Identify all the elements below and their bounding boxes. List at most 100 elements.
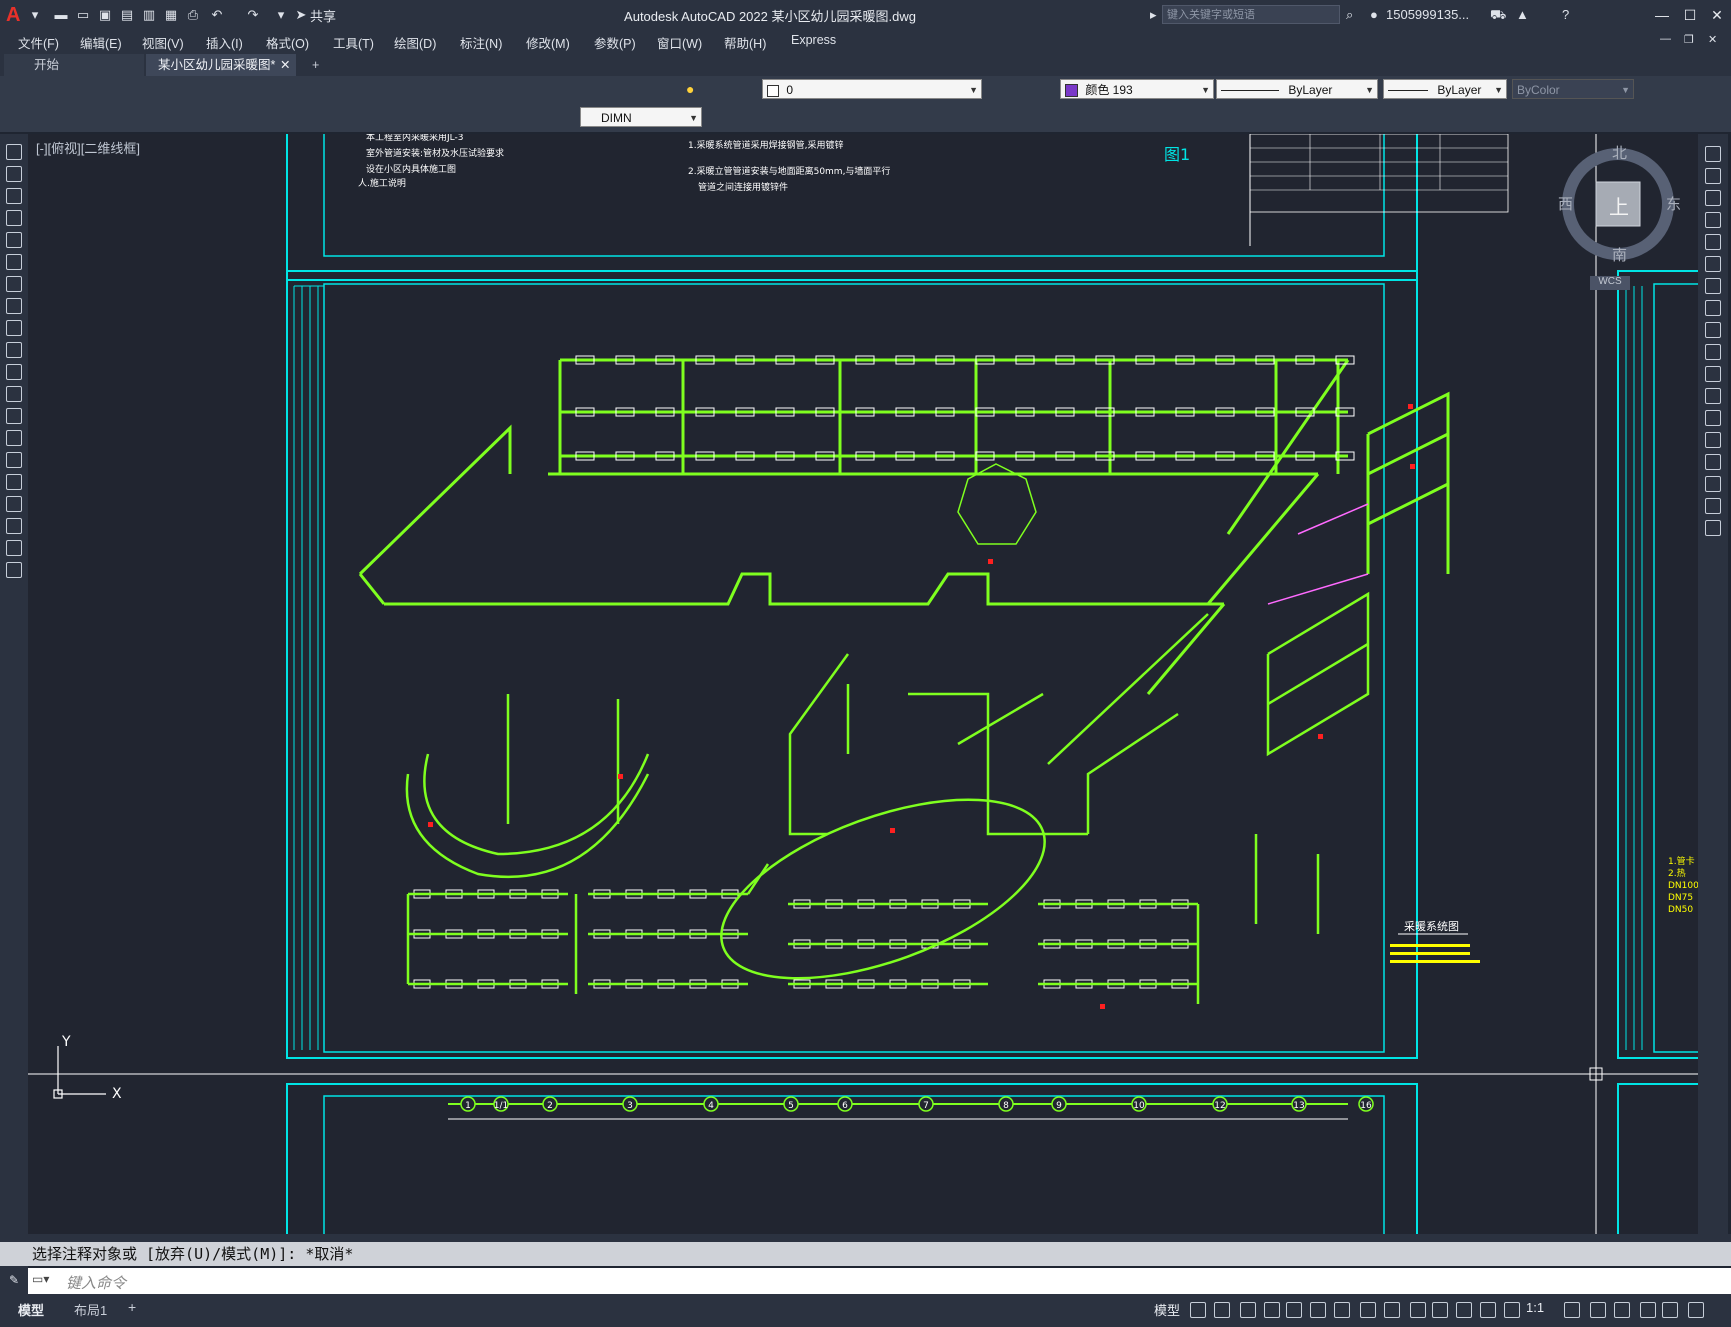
status-toggle-icon[interactable] xyxy=(1360,1302,1376,1318)
layer-select[interactable]: 0 ▼ xyxy=(762,79,982,99)
status-toggle-icon[interactable] xyxy=(1432,1302,1448,1318)
new-tab-button[interactable]: + xyxy=(312,54,319,76)
status-toggle-icon[interactable] xyxy=(1640,1302,1656,1318)
draw-tool-icon[interactable] xyxy=(6,276,22,292)
undo-icon[interactable]: ↶ xyxy=(208,6,226,24)
status-toggle-icon[interactable] xyxy=(1590,1302,1606,1318)
draw-tool-icon[interactable] xyxy=(6,496,22,512)
modify-tool-icon[interactable] xyxy=(1705,410,1721,426)
menu-express[interactable]: Express xyxy=(791,33,836,47)
close-icon[interactable]: ✕ xyxy=(1703,4,1731,26)
menu-dimension[interactable]: 标注(N) xyxy=(460,33,502,52)
search-expand-icon[interactable]: ▸ xyxy=(1150,6,1157,24)
user-account[interactable]: 1505999135... xyxy=(1386,6,1469,24)
menu-format[interactable]: 格式(O) xyxy=(266,33,309,52)
status-toggle-icon[interactable] xyxy=(1504,1302,1520,1318)
draw-tool-icon[interactable] xyxy=(6,562,22,578)
modify-tool-icon[interactable] xyxy=(1705,234,1721,250)
draw-tool-icon[interactable] xyxy=(6,364,22,380)
draw-tool-icon[interactable] xyxy=(6,540,22,556)
add-layout-button[interactable]: + xyxy=(128,1299,136,1315)
status-toggle-icon[interactable] xyxy=(1410,1302,1426,1318)
modify-tool-icon[interactable] xyxy=(1705,190,1721,206)
menu-view[interactable]: 视图(V) xyxy=(142,33,184,52)
draw-tool-icon[interactable] xyxy=(6,210,22,226)
menu-edit[interactable]: 编辑(E) xyxy=(80,33,122,52)
cart-icon[interactable]: ⛟ xyxy=(1490,6,1506,24)
modify-tool-icon[interactable] xyxy=(1705,344,1721,360)
layer-state-icon[interactable]: ● xyxy=(686,81,702,97)
status-toggle-icon[interactable] xyxy=(1564,1302,1580,1318)
modify-tool-icon[interactable] xyxy=(1705,212,1721,228)
draw-tool-icon[interactable] xyxy=(6,298,22,314)
plot-icon[interactable]: ⎙ xyxy=(184,6,202,24)
menu-insert[interactable]: 插入(I) xyxy=(206,33,243,52)
draw-tool-icon[interactable] xyxy=(6,188,22,204)
status-toggle-icon[interactable] xyxy=(1264,1302,1280,1318)
share-icon[interactable]: ➤ xyxy=(292,6,310,24)
draw-tool-icon[interactable] xyxy=(6,342,22,358)
drawing-canvas[interactable]: [-][俯视][二维线框] 本工程室内采暖采用JL-3 室外管道安装:管材及水压… xyxy=(28,134,1698,1234)
draw-tool-icon[interactable] xyxy=(6,452,22,468)
wcs-menu[interactable]: WCS xyxy=(1590,276,1630,290)
viewcube-west[interactable]: 西 xyxy=(1558,193,1573,214)
layout-tab[interactable]: 布局1 xyxy=(74,1300,107,1319)
status-toggle-icon[interactable] xyxy=(1614,1302,1630,1318)
minimize-icon[interactable]: — xyxy=(1648,4,1676,26)
status-toggle-icon[interactable] xyxy=(1480,1302,1496,1318)
status-toggle-icon[interactable] xyxy=(1310,1302,1326,1318)
menu-file[interactable]: 文件(F) xyxy=(18,33,59,52)
model-tab[interactable]: 模型 xyxy=(18,1300,44,1319)
draw-tool-icon[interactable] xyxy=(6,518,22,534)
menu-modify[interactable]: 修改(M) xyxy=(526,33,570,52)
command-customize-icon[interactable]: ✎ xyxy=(0,1266,28,1294)
user-icon[interactable]: ● xyxy=(1370,6,1378,24)
modify-tool-icon[interactable] xyxy=(1705,146,1721,162)
status-toggle-icon[interactable] xyxy=(1334,1302,1350,1318)
doc-restore-icon[interactable]: ❐ xyxy=(1684,33,1694,46)
status-toggle-icon[interactable] xyxy=(1688,1302,1704,1318)
draw-tool-icon[interactable] xyxy=(6,166,22,182)
viewcube-south[interactable]: 南 xyxy=(1612,244,1627,265)
autocad-logo-icon[interactable]: A xyxy=(6,4,28,26)
customize-quick-access-icon[interactable]: ▾ xyxy=(272,6,290,24)
viewcube-east[interactable]: 东 xyxy=(1666,193,1681,214)
status-toggle-icon[interactable] xyxy=(1240,1302,1256,1318)
draw-tool-icon[interactable] xyxy=(6,320,22,336)
share-button[interactable]: 共享 xyxy=(310,6,336,25)
modify-tool-icon[interactable] xyxy=(1705,256,1721,272)
draw-tool-icon[interactable] xyxy=(6,144,22,160)
model-space-toggle[interactable]: 模型 xyxy=(1154,1300,1180,1319)
modify-tool-icon[interactable] xyxy=(1705,498,1721,514)
viewcube[interactable]: 北 南 东 西 上 WCS xyxy=(1548,142,1698,292)
modify-tool-icon[interactable] xyxy=(1705,520,1721,536)
modify-tool-icon[interactable] xyxy=(1705,476,1721,492)
autodesk-app-icon[interactable]: ▲ xyxy=(1516,6,1529,24)
search-icon[interactable]: ⌕ xyxy=(1346,6,1353,24)
help-icon[interactable]: ? xyxy=(1562,6,1569,24)
save-as-icon[interactable]: ▤ xyxy=(118,6,136,24)
maximize-icon[interactable]: ☐ xyxy=(1676,4,1704,26)
close-tab-icon[interactable]: ✕ xyxy=(280,54,290,76)
modify-tool-icon[interactable] xyxy=(1705,300,1721,316)
menu-window[interactable]: 窗口(W) xyxy=(657,33,702,52)
annotation-scale[interactable]: 1:1 xyxy=(1526,1300,1544,1315)
draw-tool-icon[interactable] xyxy=(6,430,22,446)
draw-tool-icon[interactable] xyxy=(6,254,22,270)
doc-minimize-icon[interactable]: — xyxy=(1660,33,1671,45)
viewcube-top-face[interactable]: 上 xyxy=(1609,191,1629,220)
menu-draw[interactable]: 绘图(D) xyxy=(394,33,436,52)
search-input[interactable]: 键入关键字或短语 xyxy=(1162,5,1340,24)
menu-help[interactable]: 帮助(H) xyxy=(724,33,766,52)
modify-tool-icon[interactable] xyxy=(1705,168,1721,184)
save-icon[interactable]: ▣ xyxy=(96,6,114,24)
draw-tool-icon[interactable] xyxy=(6,386,22,402)
new-file-icon[interactable]: ▬ xyxy=(52,6,70,24)
modify-tool-icon[interactable] xyxy=(1705,366,1721,382)
dimstyle-select[interactable]: DIMN ▼ xyxy=(580,107,702,127)
modify-tool-icon[interactable] xyxy=(1705,432,1721,448)
modify-tool-icon[interactable] xyxy=(1705,322,1721,338)
status-toggle-icon[interactable] xyxy=(1190,1302,1206,1318)
menu-tools[interactable]: 工具(T) xyxy=(333,33,374,52)
redo-icon[interactable]: ↷ xyxy=(244,6,262,24)
